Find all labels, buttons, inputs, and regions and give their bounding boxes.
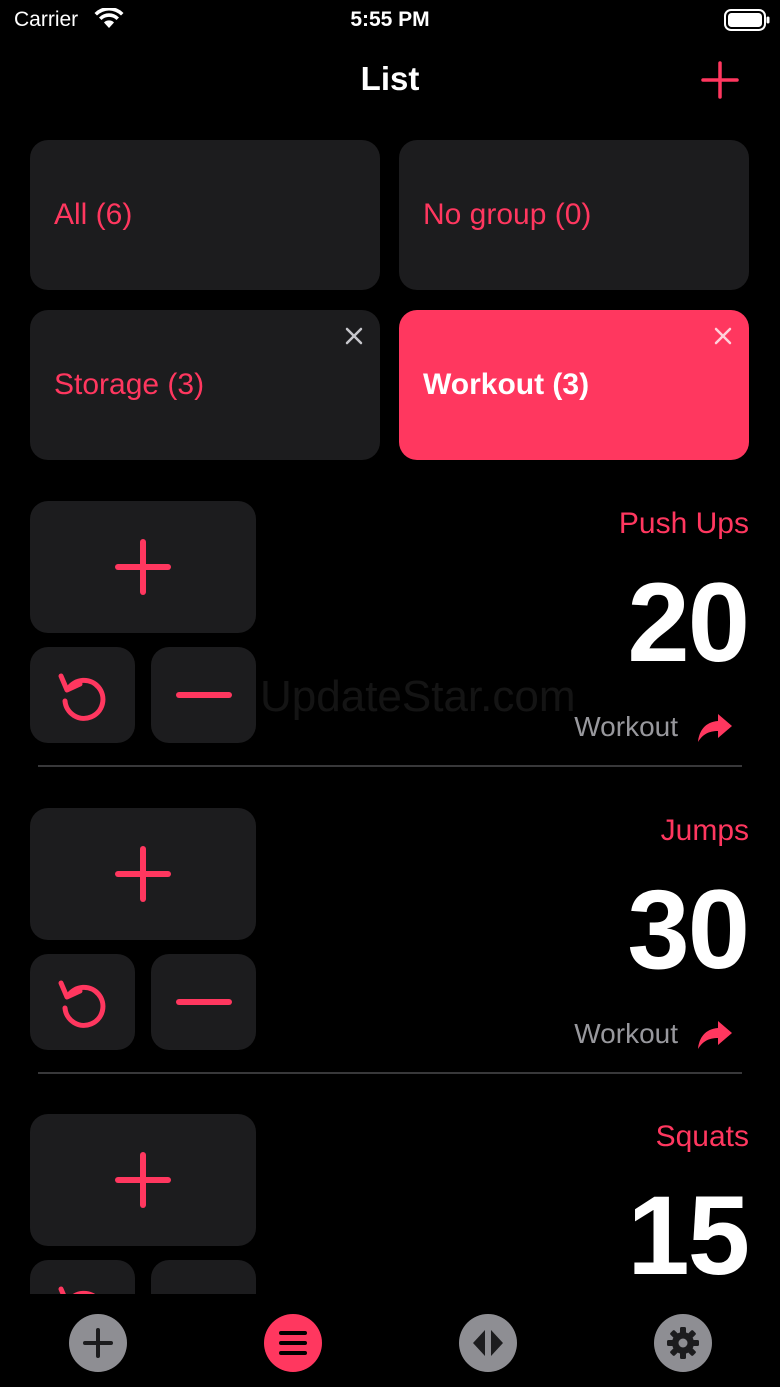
group-tile-workout[interactable]: Workout (3): [399, 310, 749, 460]
counter-group: Workout: [574, 711, 678, 742]
plus-icon: [115, 539, 171, 595]
decrement-button[interactable]: [151, 647, 256, 743]
group-label: Storage (3): [54, 368, 205, 401]
split-icon: [473, 1330, 503, 1356]
decrement-button[interactable]: [151, 954, 256, 1050]
increment-button[interactable]: [30, 1114, 256, 1246]
group-label: All (6): [54, 198, 133, 231]
counter-group: Workout: [574, 1018, 678, 1049]
reset-icon: [58, 980, 105, 1028]
tab-add[interactable]: [69, 1314, 127, 1372]
close-icon[interactable]: [713, 326, 733, 346]
page-title: List: [360, 60, 420, 97]
status-bar: Carrier 5:55 PM: [0, 0, 780, 40]
divider: [38, 765, 742, 767]
watermark: UpdateStar.com: [260, 672, 576, 721]
tab-compare[interactable]: [459, 1314, 517, 1372]
counter-row: Jumps 30 Workout: [0, 808, 780, 1114]
decrement-button[interactable]: [151, 1260, 256, 1294]
reset-button[interactable]: [30, 1260, 135, 1294]
counter-value: 30: [627, 867, 750, 992]
tab-settings[interactable]: [654, 1314, 712, 1372]
counter-row: Squats 15: [0, 1114, 780, 1294]
counter-row: Push Ups 20 Workout: [0, 501, 780, 807]
group-label: Workout (3): [423, 368, 590, 401]
group-tile-no-group[interactable]: No group (0): [399, 140, 749, 290]
clock-time: 5:55 PM: [350, 8, 430, 31]
counter-name: Squats: [655, 1120, 749, 1153]
reset-icon: [58, 1286, 95, 1294]
group-tile-storage[interactable]: Storage (3): [30, 310, 380, 460]
share-arrow-icon[interactable]: [694, 1019, 734, 1051]
close-icon[interactable]: [344, 326, 364, 346]
increment-button[interactable]: [30, 501, 256, 633]
plus-icon: [115, 1152, 171, 1208]
counter-name: Push Ups: [618, 507, 749, 540]
counter-value: 15: [627, 1173, 750, 1295]
minus-icon: [175, 999, 232, 1005]
navigation-bar: List: [0, 50, 780, 110]
share-arrow-icon[interactable]: [694, 712, 734, 744]
minus-icon: [175, 692, 232, 698]
divider: [38, 1072, 742, 1074]
plus-icon: [701, 61, 739, 99]
plus-icon: [115, 846, 171, 902]
group-label: No group (0): [423, 198, 592, 231]
group-tile-all[interactable]: All (6): [30, 140, 380, 290]
reset-icon: [58, 673, 105, 721]
tab-list[interactable]: [264, 1314, 322, 1372]
counter-value: 20: [627, 560, 750, 685]
gear-icon: [667, 1327, 699, 1359]
reset-button[interactable]: [30, 954, 135, 1050]
reset-button[interactable]: [30, 647, 135, 743]
battery-icon: [724, 9, 770, 31]
add-counter-button[interactable]: [698, 58, 742, 102]
tab-bar: [0, 1294, 780, 1387]
counter-name: Jumps: [660, 814, 749, 847]
increment-button[interactable]: [30, 808, 256, 940]
list-icon: [279, 1331, 307, 1355]
plus-circle-icon: [83, 1328, 113, 1358]
